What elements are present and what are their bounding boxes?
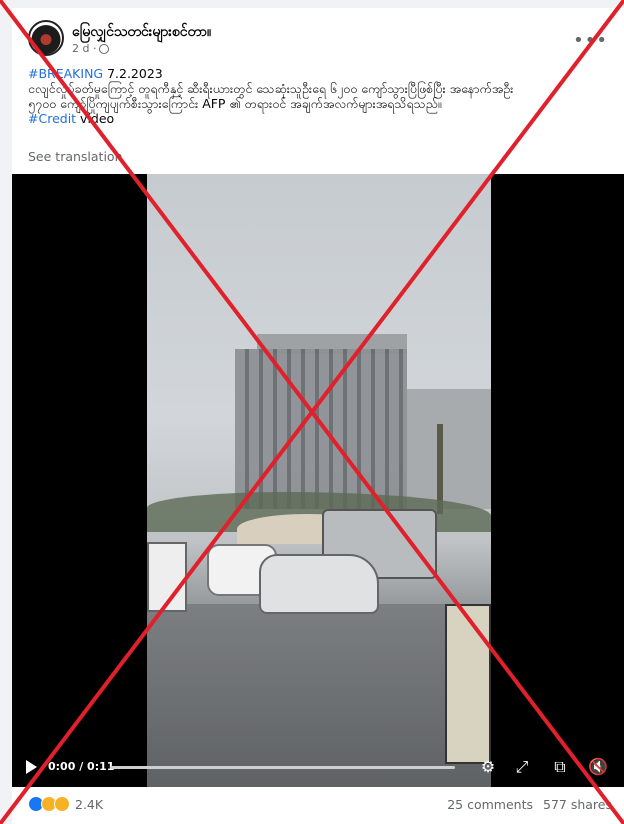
video-player[interactable]: 0:00 / 0:11 ⚙ ⤢ ⧉ 🔇 [12, 174, 624, 787]
video-controls: 0:00 / 0:11 ⚙ ⤢ ⧉ 🔇 [12, 747, 624, 787]
see-translation-link[interactable]: See translation [28, 149, 123, 164]
globe-icon [99, 43, 110, 54]
hashtag-credit[interactable]: #Credit [28, 111, 76, 126]
video-time: 0:00 / 0:11 [48, 760, 115, 773]
building [235, 349, 407, 509]
avatar[interactable] [28, 20, 64, 56]
post-date: 7.2.2023 [103, 66, 163, 81]
mute-icon[interactable]: 🔇 [588, 757, 608, 777]
post-card: မြေလျှင်သတင်းများစင်တာ။ 2 d · ••• #BREAK… [12, 8, 624, 824]
wow-reaction-icon [54, 796, 70, 812]
post-stats: 25 comments 577 shares [447, 797, 612, 812]
silver-car [259, 554, 379, 614]
gear-icon[interactable]: ⚙ [478, 757, 498, 777]
hashtag-breaking[interactable]: #BREAKING [28, 66, 103, 81]
post-body-line-1: ငလျင်လှုပ်ခတ်မှုကြောင့် တူရကီနှင့် ဆီးရီ… [28, 81, 514, 96]
expand-icon[interactable]: ⤢ [512, 757, 532, 777]
progress-bar[interactable] [110, 766, 455, 769]
post-header: မြေလျှင်သတင်းများစင်တာ။ 2 d · ••• [28, 20, 608, 64]
picture-in-picture-icon[interactable]: ⧉ [550, 757, 570, 777]
white-car-edge [147, 542, 187, 612]
truck-right [445, 604, 491, 764]
post-text: #BREAKING 7.2.2023 ငလျင်လှုပ်ခတ်မှုကြောင… [28, 66, 608, 126]
post-footer: 2.4K 25 comments 577 shares [28, 794, 612, 816]
more-icon[interactable]: ••• [573, 30, 608, 51]
reaction-count[interactable]: 2.4K [75, 797, 103, 812]
post-meta: 2 d · [72, 42, 110, 55]
post-body-line-2: ၅၇၀၀ ကျော်ပြိုကျပျက်စီးသွားကြောင်း AFP ၏… [28, 96, 442, 111]
reactions-summary[interactable]: 2.4K [28, 796, 103, 812]
post-time[interactable]: 2 d · [72, 42, 96, 55]
video-frame[interactable] [147, 174, 491, 787]
play-icon[interactable] [26, 760, 37, 774]
page-name[interactable]: မြေလျှင်သတင်းများစင်တာ။ [72, 22, 211, 43]
credit-text: video [76, 111, 115, 126]
comments-count[interactable]: 25 comments [447, 797, 533, 812]
shares-count[interactable]: 577 shares [543, 797, 612, 812]
tower-building [407, 389, 491, 509]
